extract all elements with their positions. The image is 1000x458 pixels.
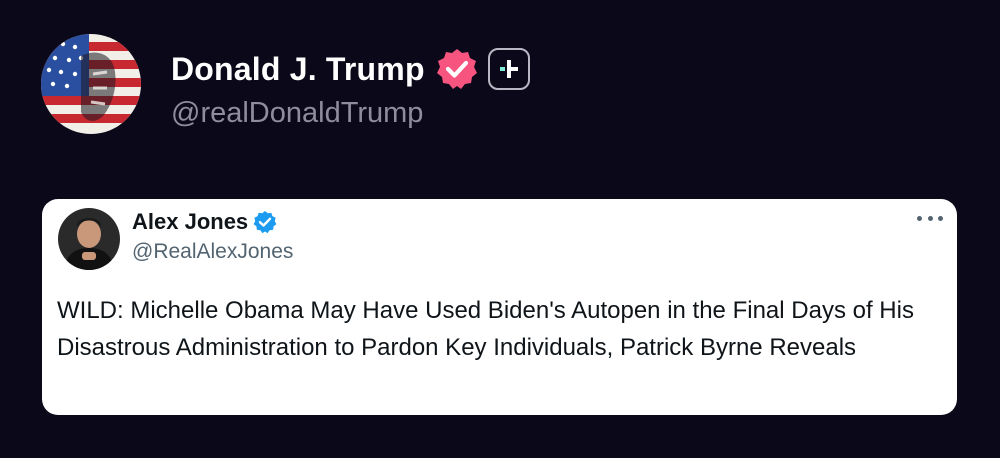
quoted-post-card[interactable]: Alex Jones @RealAlexJones WILD: Michelle… xyxy=(42,199,957,415)
quoted-author-name[interactable]: Alex Jones xyxy=(132,211,248,233)
more-options-icon[interactable] xyxy=(917,211,943,225)
quoted-author-avatar[interactable] xyxy=(58,208,120,270)
quoted-author-handle[interactable]: @RealAlexJones xyxy=(132,241,293,262)
flag-portrait-image xyxy=(41,34,141,134)
verified-badge-icon[interactable] xyxy=(253,210,277,234)
avatar-flag-portrait[interactable] xyxy=(41,34,141,134)
plus-badge-icon[interactable] xyxy=(487,48,530,90)
screenshot: Donald J. Trump @realDonaldTrump Alex Jo… xyxy=(0,0,1000,458)
verified-badge-icon[interactable] xyxy=(435,47,479,91)
avatar-photo xyxy=(58,208,120,270)
main-author-name[interactable]: Donald J. Trump xyxy=(171,53,425,85)
quoted-author-row: Alex Jones xyxy=(132,209,277,235)
dot xyxy=(917,215,922,221)
dot xyxy=(938,215,943,221)
main-author-handle[interactable]: @realDonaldTrump xyxy=(171,99,423,128)
dot xyxy=(927,215,933,221)
main-author-row: Donald J. Trump xyxy=(171,46,530,92)
quoted-post-text: WILD: Michelle Obama May Have Used Biden… xyxy=(57,297,914,361)
